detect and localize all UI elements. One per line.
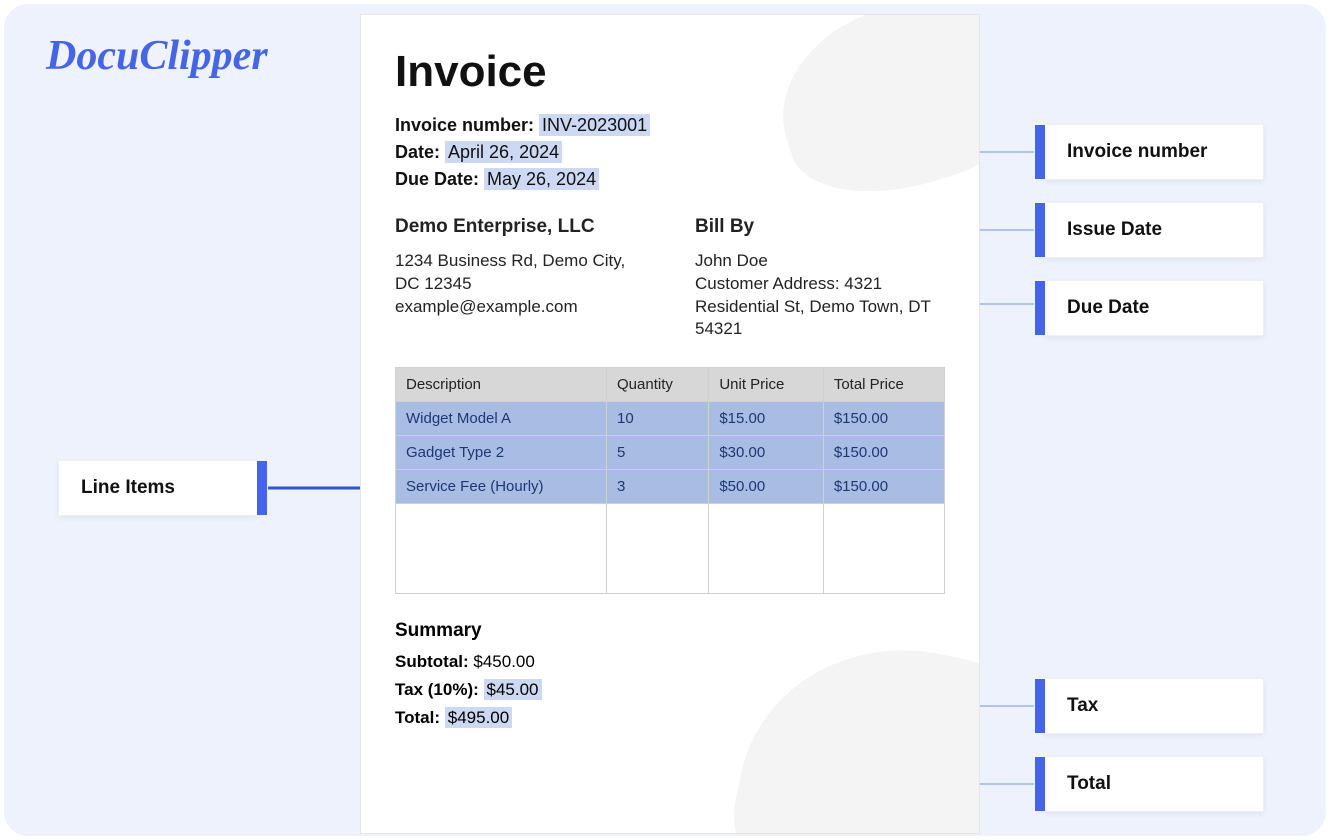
cell-description: Widget Model A [396,402,607,436]
summary-block: Summary Subtotal: $450.00 Tax (10%): $45… [395,620,945,728]
badge-issue-date: Issue Date [1044,202,1264,258]
date-value: April 26, 2024 [445,141,562,163]
cell-description: Gadget Type 2 [396,436,607,470]
due-date-line: Due Date: May 26, 2024 [395,169,945,190]
party-from-name: Demo Enterprise, LLC [395,214,645,240]
table-row: Gadget Type 2 5 $30.00 $150.00 [396,436,945,470]
invoice-number-line: Invoice number: INV-2023001 [395,115,945,136]
cell-unit: $15.00 [709,402,824,436]
date-line: Date: April 26, 2024 [395,142,945,163]
brand-logo: DocuClipper [46,32,268,80]
col-unit-price: Unit Price [709,368,824,402]
badge-due-date: Due Date [1044,280,1264,336]
due-date-label: Due Date: [395,169,479,189]
col-description: Description [396,368,607,402]
summary-title: Summary [395,620,945,642]
summary-subtotal: Subtotal: $450.00 [395,652,945,672]
party-to: Bill By John Doe Customer Address: 4321 … [695,214,945,341]
summary-total: Total: $495.00 [395,708,945,728]
table-row: Widget Model A 10 $15.00 $150.00 [396,402,945,436]
table-row: Service Fee (Hourly) 3 $50.00 $150.00 [396,470,945,504]
badge-invoice-number: Invoice number [1044,124,1264,180]
cell-quantity: 5 [607,436,709,470]
invoice-document: Invoice Invoice number: INV-2023001 Date… [360,14,980,834]
badge-tax: Tax [1044,678,1264,734]
cell-quantity: 10 [607,402,709,436]
badge-line-items: Line Items [58,460,258,516]
cell-unit: $30.00 [709,436,824,470]
party-to-title: Bill By [695,214,945,240]
cell-description: Service Fee (Hourly) [396,470,607,504]
cell-total: $150.00 [823,436,944,470]
invoice-number-label: Invoice number: [395,115,534,135]
cell-total: $150.00 [823,402,944,436]
invoice-number-value: INV-2023001 [539,114,650,136]
summary-tax: Tax (10%): $45.00 [395,680,945,700]
party-from: Demo Enterprise, LLC 1234 Business Rd, D… [395,214,645,341]
table-row-empty [396,504,945,594]
invoice-title: Invoice [395,47,945,97]
cell-unit: $50.00 [709,470,824,504]
cell-total: $150.00 [823,470,944,504]
party-to-name: John Doe [695,250,945,273]
badge-total: Total [1044,756,1264,812]
col-total-price: Total Price [823,368,944,402]
party-from-email: example@example.com [395,296,645,319]
col-quantity: Quantity [607,368,709,402]
line-items-table: Description Quantity Unit Price Total Pr… [395,367,945,594]
cell-quantity: 3 [607,470,709,504]
due-date-value: May 26, 2024 [484,168,599,190]
date-label: Date: [395,142,440,162]
party-to-address: Customer Address: 4321 Residential St, D… [695,273,945,342]
party-from-address: 1234 Business Rd, Demo City, DC 12345 [395,250,645,296]
